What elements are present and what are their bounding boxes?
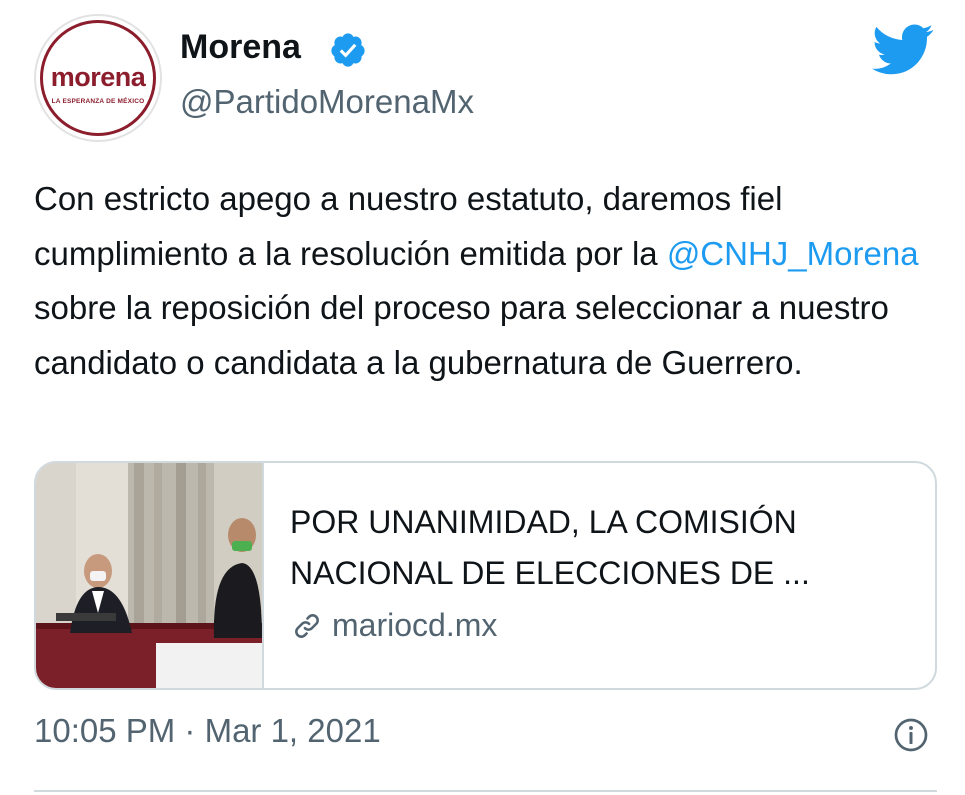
card-title: POR UNANIMIDAD, LA COMISIÓN NACIONAL DE … [290,504,810,591]
divider [34,790,937,792]
mention-link[interactable]: @CNHJ_Morena [667,235,919,272]
tweet-timestamp[interactable]: 10:05 PM · Mar 1, 2021 [34,712,381,750]
verified-badge-icon [331,33,365,67]
author-handle[interactable]: @PartidoMorenaMx [180,83,474,121]
info-icon[interactable] [893,717,929,753]
avatar[interactable]: morena LA ESPERANZA DE MÉXICO [34,14,162,142]
avatar-tagline: LA ESPERANZA DE MÉXICO [51,98,145,105]
tweet-text-part2: sobre la reposición del proceso para sel… [34,289,889,381]
card-domain[interactable]: mariocd.mx [290,607,497,644]
card-thumbnail-photo [36,463,262,688]
author-name[interactable]: Morena [180,28,301,67]
link-icon [295,613,319,638]
tweet-text: Con estricto apego a nuestro estatuto, d… [34,172,934,390]
twitter-bird-icon [872,24,934,75]
card-thumbnail [36,463,264,688]
avatar-wordmark: morena [50,62,146,92]
link-card[interactable]: POR UNANIMIDAD, LA COMISIÓN NACIONAL DE … [34,461,937,690]
card-domain-text: mariocd.mx [332,607,498,643]
